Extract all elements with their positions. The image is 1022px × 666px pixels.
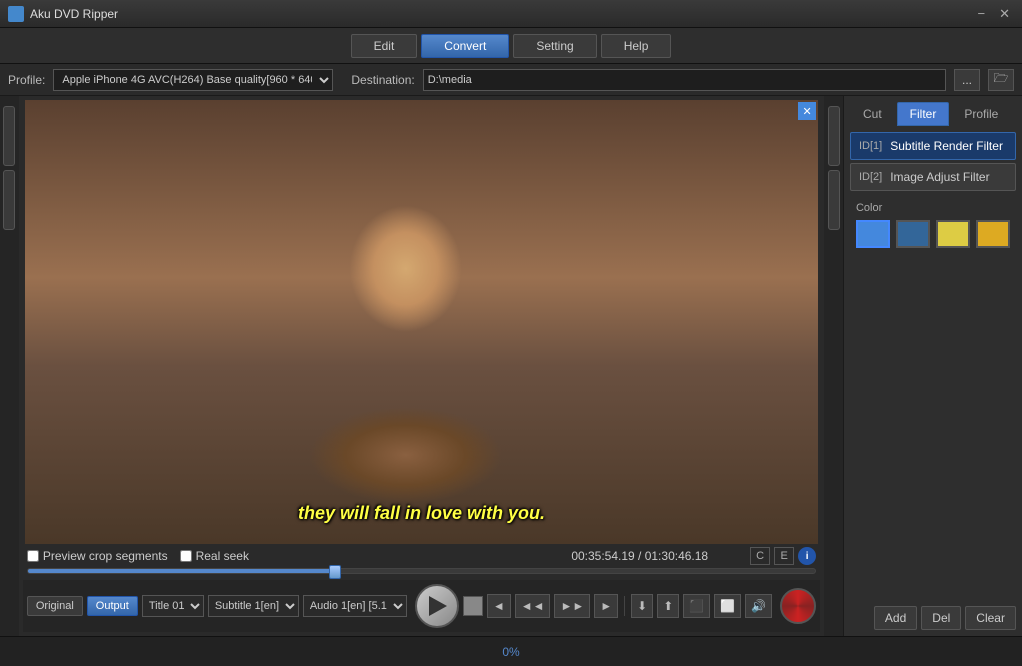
swatch-1[interactable] — [856, 220, 890, 248]
stop-button[interactable] — [463, 596, 483, 616]
panel-tabs: Cut Filter Profile — [844, 96, 1022, 126]
titlebar: Aku DVD Ripper − ✕ — [0, 0, 1022, 28]
left-strip — [0, 96, 19, 636]
seekbar-container — [27, 568, 816, 574]
left-handle-bottom[interactable] — [3, 170, 15, 230]
right-handle-top[interactable] — [828, 106, 840, 166]
right-panel: Cut Filter Profile ID[1] Subtitle Render… — [843, 96, 1022, 636]
volume-dial[interactable] — [780, 588, 816, 624]
next-frame-button[interactable]: ► — [594, 594, 618, 618]
video-visual-person — [25, 100, 818, 544]
destination-label: Destination: — [351, 73, 414, 87]
progress-percent: 0% — [502, 645, 519, 659]
filter-item-1[interactable]: ID[1] Subtitle Render Filter — [850, 132, 1016, 160]
video-container: ✕ they will fall in love with you. — [25, 100, 818, 544]
ctrl-icons: C E i — [750, 547, 816, 565]
app-title: Aku DVD Ripper — [30, 7, 974, 21]
video-area: ✕ they will fall in love with you. Previ… — [19, 96, 824, 636]
snapshot-button[interactable]: ⬜ — [714, 594, 741, 618]
profile-label: Profile: — [8, 73, 45, 87]
color-label: Color — [856, 202, 1010, 214]
output-button[interactable]: Output — [87, 596, 138, 616]
clear-button[interactable]: Clear — [965, 606, 1016, 630]
profilebar: Profile: Apple iPhone 4G AVC(H264) Base … — [0, 64, 1022, 96]
play-icon — [429, 596, 447, 616]
preview-crop-label: Preview crop segments — [43, 549, 168, 563]
profile-select[interactable]: Apple iPhone 4G AVC(H264) Base quality[9… — [53, 69, 333, 91]
tab-profile[interactable]: Profile — [951, 102, 1011, 126]
menu-edit[interactable]: Edit — [351, 34, 418, 58]
seekbar-thumb[interactable] — [329, 565, 341, 579]
tab-filter[interactable]: Filter — [897, 102, 950, 126]
filter-name-1: Subtitle Render Filter — [890, 139, 1003, 153]
filter-id-1: ID[1] — [859, 140, 882, 152]
color-swatches — [856, 220, 1010, 248]
original-button[interactable]: Original — [27, 596, 83, 616]
bottom-bar: 0% — [0, 636, 1022, 666]
e-button[interactable]: E — [774, 547, 794, 565]
app-icon — [8, 6, 24, 22]
browse-folder-button[interactable]: 🗁 — [988, 69, 1014, 91]
swatch-3[interactable] — [936, 220, 970, 248]
video-close-button[interactable]: ✕ — [798, 102, 816, 120]
close-button[interactable]: ✕ — [995, 6, 1014, 22]
play-button[interactable] — [415, 584, 459, 628]
swatch-2[interactable] — [896, 220, 930, 248]
preview-crop-checkbox-item: Preview crop segments — [27, 549, 168, 563]
menu-setting[interactable]: Setting — [513, 34, 596, 58]
browse-dots-button[interactable]: ... — [954, 69, 980, 91]
preview-crop-checkbox[interactable] — [27, 550, 39, 562]
right-handle-bottom[interactable] — [828, 170, 840, 230]
left-handle-top[interactable] — [3, 106, 15, 166]
rewind-button[interactable]: ◄◄ — [515, 594, 551, 618]
timecode-display: 00:35:54.19 / 01:30:46.18 — [571, 549, 708, 563]
panel-content: ID[1] Subtitle Render Filter ID[2] Image… — [844, 126, 1022, 600]
menu-convert[interactable]: Convert — [421, 34, 509, 58]
tab-cut[interactable]: Cut — [850, 102, 895, 126]
mark-out-button[interactable]: ⬆ — [657, 594, 679, 618]
video-frame: they will fall in love with you. — [25, 100, 818, 544]
menu-help[interactable]: Help — [601, 34, 672, 58]
mark-in-button[interactable]: ⬇ — [631, 594, 653, 618]
controls-area: Preview crop segments Real seek 00:35:54… — [23, 544, 820, 580]
swatch-4[interactable] — [976, 220, 1010, 248]
title-select[interactable]: Title 01 — [142, 595, 204, 617]
prev-frame-button[interactable]: ◄ — [487, 594, 511, 618]
real-seek-checkbox[interactable] — [180, 550, 192, 562]
window-controls: − ✕ — [974, 6, 1015, 22]
c-button[interactable]: C — [750, 547, 770, 565]
main-area: ✕ they will fall in love with you. Previ… — [0, 96, 1022, 636]
volume-button[interactable]: 🔊 — [745, 594, 772, 618]
info-button[interactable]: i — [798, 547, 816, 565]
add-button[interactable]: Add — [874, 606, 917, 630]
clip-button[interactable]: ⬛ — [683, 594, 710, 618]
audio-select[interactable]: Audio 1[en] [5.1 — [303, 595, 407, 617]
video-subtitle: they will fall in love with you. — [25, 503, 818, 524]
menubar: Edit Convert Setting Help — [0, 28, 1022, 64]
destination-input[interactable] — [423, 69, 946, 91]
pb-separator — [624, 596, 625, 616]
minimize-button[interactable]: − — [974, 6, 990, 22]
real-seek-label: Real seek — [196, 549, 249, 563]
seekbar[interactable] — [27, 568, 816, 574]
subtitle-select[interactable]: Subtitle 1[en] — [208, 595, 299, 617]
color-section: Color — [850, 194, 1016, 256]
filter-item-2[interactable]: ID[2] Image Adjust Filter — [850, 163, 1016, 191]
playback-row: Original Output Title 01 Subtitle 1[en] … — [23, 580, 820, 632]
filter-id-2: ID[2] — [859, 171, 882, 183]
ff-button[interactable]: ►► — [554, 594, 590, 618]
del-button[interactable]: Del — [921, 606, 961, 630]
checkbox-row: Preview crop segments Real seek 00:35:54… — [27, 547, 816, 565]
real-seek-checkbox-item: Real seek — [180, 549, 249, 563]
right-strip — [824, 96, 843, 636]
panel-buttons: Add Del Clear — [844, 600, 1022, 636]
filter-name-2: Image Adjust Filter — [890, 170, 989, 184]
